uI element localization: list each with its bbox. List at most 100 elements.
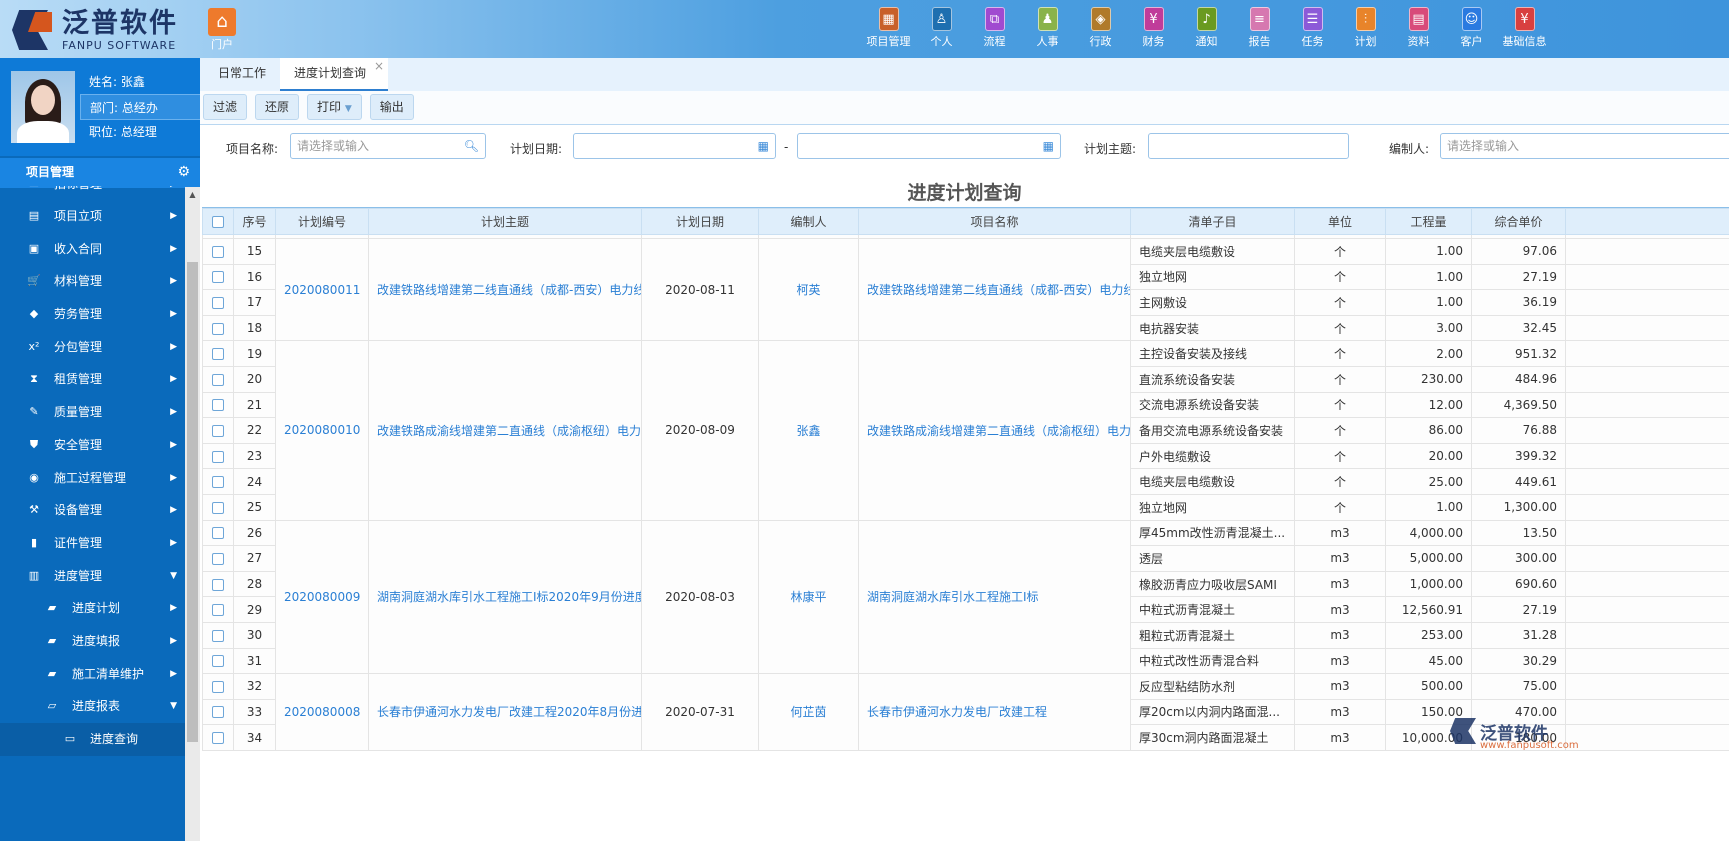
topnav-item[interactable]: ♟ 人事 (1021, 7, 1074, 49)
row-select-cell[interactable] (202, 545, 234, 572)
sidebar-item[interactable]: ⛊ 安全管理 ▶ (0, 429, 185, 462)
topnav-item[interactable]: ≡ 报告 (1233, 7, 1286, 49)
row-select-cell[interactable] (202, 340, 234, 367)
topnav-item[interactable]: ⧉ 流程 (968, 7, 1021, 49)
row-select-cell[interactable] (202, 647, 234, 675)
plan-code-link[interactable]: 2020080008 (275, 673, 369, 751)
row-checkbox[interactable] (212, 706, 224, 719)
sidebar-item[interactable]: ▮ 证件管理 ▶ (0, 527, 185, 560)
row-select-cell[interactable] (202, 724, 234, 751)
row-select-cell[interactable] (202, 263, 234, 291)
project-name-link[interactable]: 改建铁路线增建第二线直通线（成都-西安）电力线 (858, 237, 1131, 342)
table-row[interactable]: 26 2020080009 湖南洞庭湖水库引水工程施工I标2020年9月份进度 202… (202, 519, 1729, 675)
gear-icon[interactable]: ⚙ (177, 158, 190, 186)
row-select-cell[interactable] (202, 468, 234, 495)
column-header[interactable]: 序号 (233, 208, 276, 235)
author-link[interactable]: 张鑫 (758, 340, 859, 521)
author-link[interactable]: 林康平 (758, 519, 859, 675)
row-checkbox[interactable] (212, 604, 224, 617)
author-link[interactable]: 何芷茵 (758, 673, 859, 751)
plan-topic-link[interactable]: 湖南洞庭湖水库引水工程施工I标2020年9月份进度 (368, 519, 642, 675)
plan-code-link[interactable]: 2020080009 (275, 519, 369, 675)
sidebar-scrollbar[interactable]: ▲ (185, 187, 200, 841)
row-checkbox[interactable] (212, 424, 224, 437)
project-name-link[interactable]: 湖南洞庭湖水库引水工程施工I标 (858, 519, 1131, 675)
topnav-item[interactable]: ♙ 个人 (915, 7, 968, 49)
row-checkbox[interactable] (212, 629, 224, 642)
row-checkbox[interactable] (212, 296, 224, 309)
row-select-cell[interactable] (202, 314, 234, 342)
project-name-input[interactable]: 请选择或输入 🔍︎ (290, 133, 486, 159)
tab-progress-query[interactable]: 进度计划查询 × (280, 58, 389, 91)
row-checkbox[interactable] (212, 501, 224, 514)
topnav-item[interactable]: ☰ 任务 (1286, 7, 1339, 49)
row-select-cell[interactable] (202, 289, 234, 316)
sidebar-item[interactable]: ◉ 施工过程管理 ▶ (0, 462, 185, 495)
plan-date-end-input[interactable]: ▦ (797, 133, 1061, 159)
column-header[interactable]: 单位 (1294, 208, 1386, 235)
sidebar-item[interactable]: ▥ 进度管理 ▼ (0, 560, 185, 593)
topnav-item[interactable]: ▦ 项目管理 (862, 7, 915, 49)
row-select-cell[interactable] (202, 391, 234, 419)
project-name-link[interactable]: 改建铁路成渝线增建第二直通线（成渝枢纽）电力线 (858, 340, 1131, 521)
plan-code-link[interactable]: 2020080010 (275, 340, 369, 521)
select-all-header[interactable] (202, 208, 234, 235)
sidebar-item[interactable]: ▭ 进度查询 (0, 723, 185, 756)
row-checkbox[interactable] (212, 245, 224, 258)
column-header[interactable]: 计划编号 (275, 208, 369, 235)
plan-date-start-input[interactable]: ▦ (573, 133, 776, 159)
topnav-item[interactable]: ⫶ 计划 (1339, 7, 1392, 49)
table-row[interactable]: 19 2020080010 改建铁路成渝线增建第二直通线（成渝枢纽）电力线 2020-… (202, 340, 1729, 521)
column-header[interactable]: 综合单价 (1471, 208, 1566, 235)
row-checkbox[interactable] (212, 578, 224, 591)
column-header[interactable]: 项目名称 (858, 208, 1131, 235)
topnav-item[interactable]: ¥ 基础信息 (1498, 7, 1551, 49)
row-select-cell[interactable] (202, 493, 234, 521)
row-checkbox[interactable] (212, 552, 224, 565)
select-all-checkbox[interactable] (212, 216, 224, 228)
sidebar-item[interactable]: ⧗ 租赁管理 ▶ (0, 363, 185, 396)
sidebar-item[interactable]: ▰ 进度计划 ▶ (0, 592, 185, 625)
sidebar-item[interactable]: ▰ 进度填报 ▶ (0, 625, 185, 658)
table-row[interactable]: 32 2020080008 长春市伊通河水力发电厂改建工程2020年8月份进度 202… (202, 673, 1729, 751)
row-select-cell[interactable] (202, 570, 234, 598)
row-checkbox[interactable] (212, 271, 224, 284)
column-header[interactable]: 工程量 (1385, 208, 1472, 235)
plan-code-link[interactable]: 2020080011 (275, 237, 369, 342)
column-header[interactable]: 编制人 (758, 208, 859, 235)
sidebar-item[interactable]: ▰ 施工清单维护 ▶ (0, 658, 185, 691)
row-checkbox[interactable] (212, 399, 224, 412)
row-checkbox[interactable] (212, 373, 224, 386)
calendar-icon[interactable]: ▦ (1043, 134, 1054, 158)
row-select-cell[interactable] (202, 698, 234, 726)
row-select-cell[interactable] (202, 621, 234, 649)
sidebar-item[interactable]: ▱ 进度报表 ▼ (0, 690, 185, 723)
reset-button[interactable]: 还原 (255, 94, 300, 120)
row-select-cell[interactable] (202, 238, 234, 265)
close-icon[interactable]: × (374, 51, 384, 82)
plan-topic-link[interactable]: 长春市伊通河水力发电厂改建工程2020年8月份进度 (368, 673, 642, 751)
row-checkbox[interactable] (212, 476, 224, 489)
export-button[interactable]: 输出 (369, 94, 414, 120)
row-select-cell[interactable] (202, 442, 234, 470)
topnav-item[interactable]: ◈ 行政 (1074, 7, 1127, 49)
topnav-item[interactable]: ☺ 客户 (1445, 7, 1498, 49)
sidebar-item[interactable]: ▬招标管理▶ (0, 186, 185, 200)
row-checkbox[interactable] (212, 732, 224, 745)
tab-daily-work[interactable]: 日常工作 (204, 58, 280, 91)
row-checkbox[interactable] (212, 527, 224, 540)
row-checkbox[interactable] (212, 680, 224, 693)
row-checkbox[interactable] (212, 655, 224, 668)
filter-button[interactable]: 过滤 (203, 94, 248, 120)
column-header[interactable]: 计划日期 (641, 208, 759, 235)
sidebar-item[interactable]: ▤ 项目立项 ▶ (0, 200, 185, 233)
author-link[interactable]: 柯英 (758, 237, 859, 342)
topnav-item[interactable]: ¥ 财务 (1127, 7, 1180, 49)
row-select-cell[interactable] (202, 417, 234, 444)
print-button[interactable]: 打印 ▼ (307, 94, 362, 120)
row-checkbox[interactable] (212, 348, 224, 361)
plan-topic-link[interactable]: 改建铁路成渝线增建第二直通线（成渝枢纽）电力线 (368, 340, 642, 521)
sidebar-item[interactable]: 🛒 材料管理 ▶ (0, 265, 185, 298)
scroll-up-icon[interactable]: ▲ (185, 187, 200, 202)
row-checkbox[interactable] (212, 450, 224, 463)
